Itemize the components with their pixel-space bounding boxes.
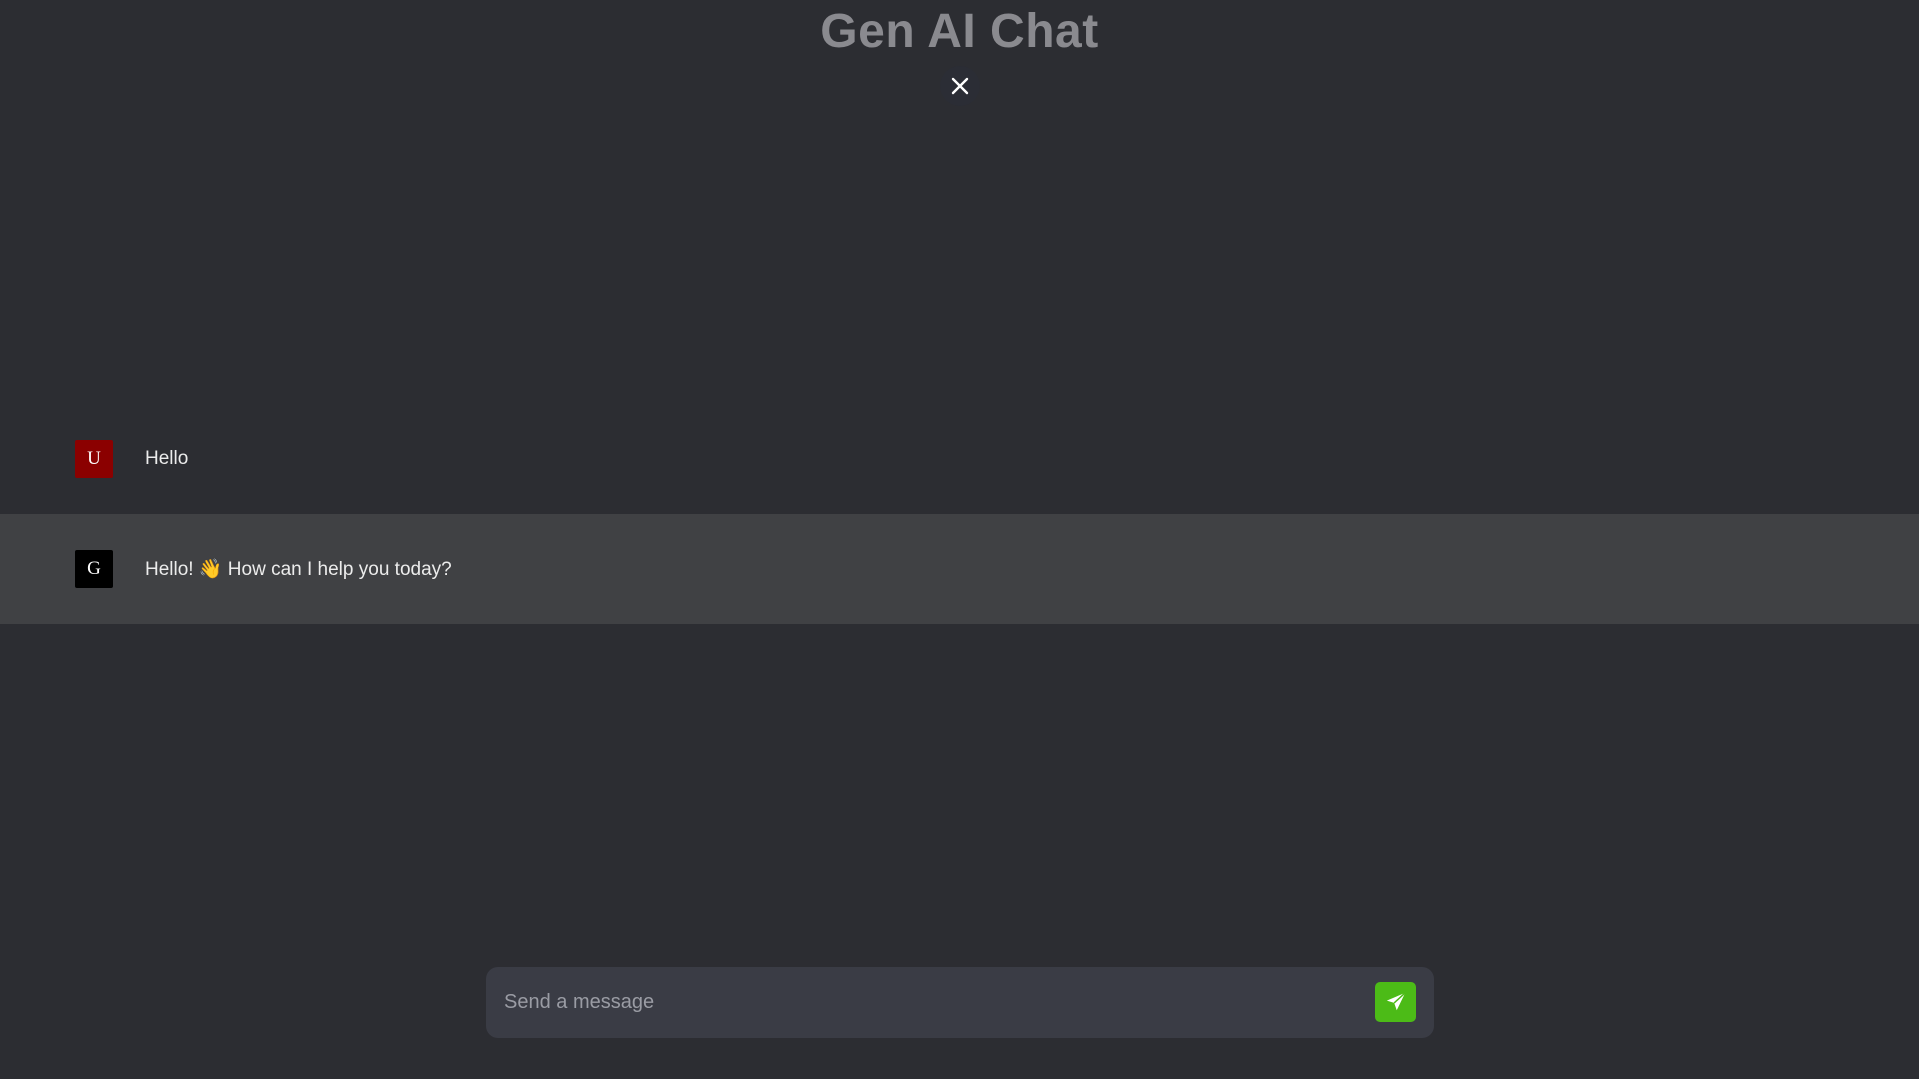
message-composer <box>486 967 1434 1038</box>
chat-app: Gen AI Chat U Hello G Hello! 👋 How can I… <box>0 0 1919 1079</box>
message-row-user: U Hello <box>0 404 1919 514</box>
message-row-bot: G Hello! 👋 How can I help you today? <box>0 514 1919 624</box>
send-icon <box>1386 992 1406 1011</box>
message-input[interactable] <box>504 967 1344 1038</box>
send-button[interactable] <box>1375 982 1416 1022</box>
user-avatar: U <box>75 440 113 478</box>
page-title: Gen AI Chat <box>820 5 1099 58</box>
message-list: U Hello G Hello! 👋 How can I help you to… <box>0 404 1919 624</box>
close-icon <box>951 77 969 95</box>
close-button[interactable] <box>940 66 980 106</box>
message-text: Hello <box>145 448 189 469</box>
message-text: Hello! 👋 How can I help you today? <box>145 559 452 580</box>
bot-avatar: G <box>75 550 113 588</box>
